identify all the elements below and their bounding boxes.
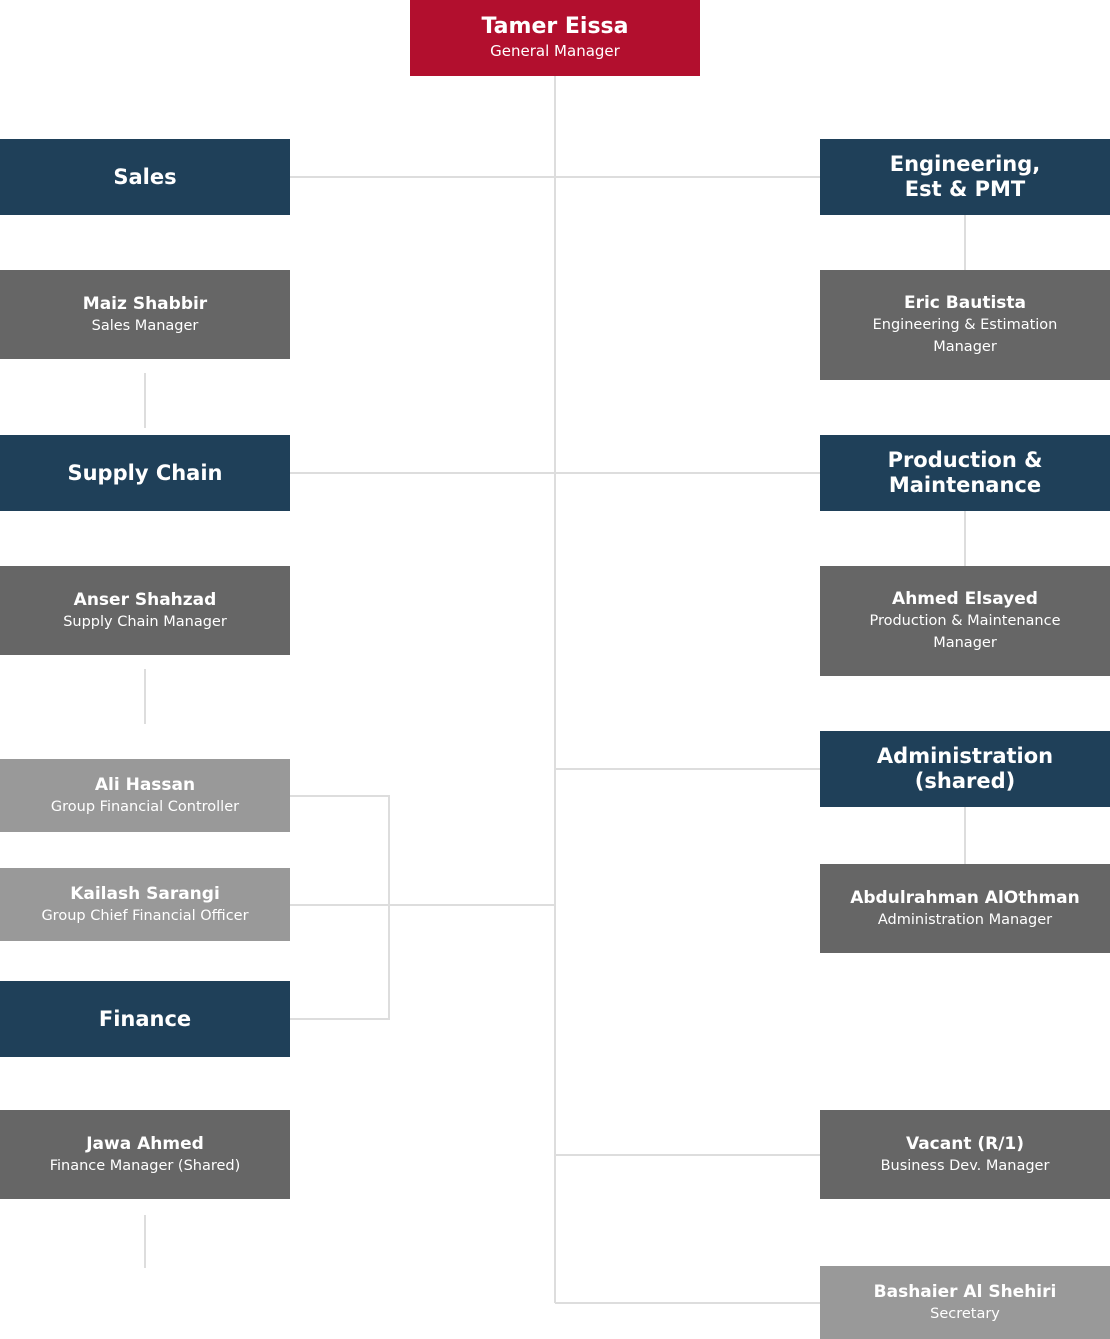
department-administration: Administration (shared) [820, 731, 1110, 807]
financial-controller-box: Ali Hassan Group Financial Controller [0, 759, 290, 832]
production-manager-box: Ahmed Elsayed Production & Maintenance M… [820, 566, 1110, 676]
engineering-manager-box: Eric Bautista Engineering & Estimation M… [820, 270, 1110, 380]
person-name: Bashaier Al Shehiri [873, 1281, 1057, 1302]
person-name: Vacant (R/1) [905, 1133, 1025, 1154]
administration-manager-box: Abdulrahman AlOthman Administration Mana… [820, 864, 1110, 953]
department-engineering: Engineering, Est & PMT [820, 139, 1110, 215]
person-name: Abdulrahman AlOthman [850, 887, 1080, 908]
department-production: Production & Maintenance [820, 435, 1110, 511]
person-role: General Manager [490, 42, 620, 60]
person-name: Tamer Eissa [481, 14, 629, 39]
person-role: Supply Chain Manager [63, 613, 227, 630]
person-name: Jawa Ahmed [86, 1133, 204, 1154]
person-name: Kailash Sarangi [70, 883, 220, 904]
finance-manager-box: Jawa Ahmed Finance Manager (Shared) [0, 1110, 290, 1199]
person-role: Administration Manager [877, 911, 1053, 928]
person-role: Group Chief Financial Officer [41, 907, 249, 924]
business-dev-manager-box: Vacant (R/1) Business Dev. Manager [820, 1110, 1110, 1199]
department-finance: Finance [0, 981, 290, 1057]
person-role: Secretary [930, 1305, 1000, 1322]
person-name: Ahmed Elsayed [892, 589, 1038, 609]
general-manager-box: Tamer Eissa General Manager [410, 0, 700, 76]
person-role: Finance Manager (Shared) [49, 1157, 241, 1174]
person-name: Ali Hassan [94, 774, 196, 795]
person-role: Group Financial Controller [50, 798, 240, 815]
connector-finance-bracket [290, 795, 390, 1020]
department-sales: Sales [0, 139, 290, 215]
supply-chain-manager-box: Anser Shahzad Supply Chain Manager [0, 566, 290, 655]
org-chart: Tamer Eissa General Manager Sales Maiz S… [0, 0, 1110, 1339]
person-role: Engineering & Estimation Manager [872, 317, 1058, 355]
department-supply-chain: Supply Chain [0, 435, 290, 511]
person-role: Business Dev. Manager [880, 1157, 1050, 1174]
person-role: Production & Maintenance Manager [869, 613, 1061, 651]
sales-manager-box: Maiz Shabbir Sales Manager [0, 270, 290, 359]
cfo-box: Kailash Sarangi Group Chief Financial Of… [0, 868, 290, 941]
person-name: Maiz Shabbir [82, 293, 208, 314]
person-name: Anser Shahzad [73, 589, 217, 610]
person-role: Sales Manager [91, 317, 199, 334]
secretary-box: Bashaier Al Shehiri Secretary [820, 1266, 1110, 1339]
person-name: Eric Bautista [903, 293, 1027, 313]
